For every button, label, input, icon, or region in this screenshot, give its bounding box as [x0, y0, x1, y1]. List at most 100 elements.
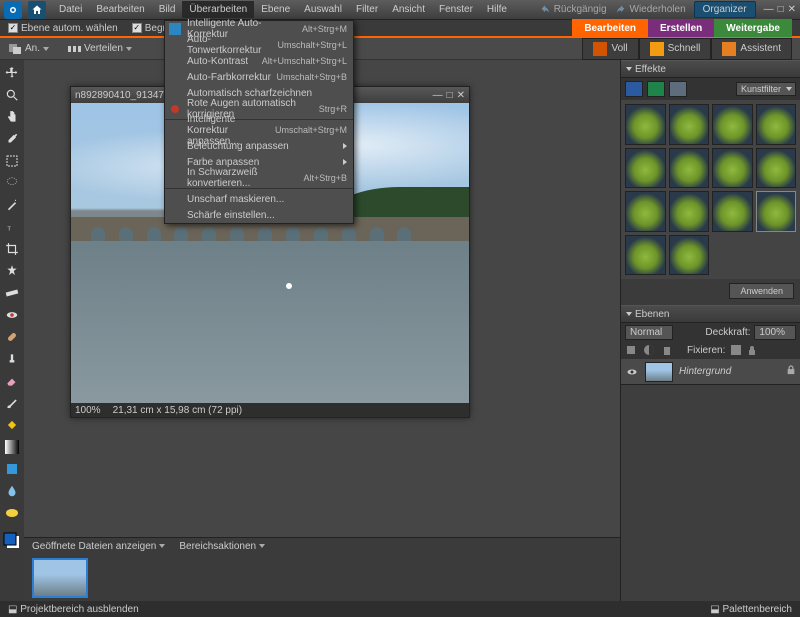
open-files-dropdown[interactable]: Geöffnete Dateien anzeigen	[32, 541, 165, 552]
marquee-tool-icon[interactable]	[3, 152, 21, 170]
toolbox: T	[0, 60, 24, 601]
menu-hilfe[interactable]: Hilfe	[480, 1, 514, 18]
effect-thumb[interactable]	[625, 191, 666, 232]
effect-thumb[interactable]	[625, 235, 666, 276]
doc-minimize-icon[interactable]: —	[433, 90, 443, 101]
stamp-tool-icon[interactable]	[3, 350, 21, 368]
menu-bild[interactable]: Bild	[152, 1, 183, 18]
home-icon[interactable]	[28, 1, 46, 19]
menu-ebene[interactable]: Ebene	[254, 1, 297, 18]
menu-item[interactable]: In Schwarzweiß konvertieren...Alt+Strg+B	[165, 170, 353, 186]
effects-thumbnails	[621, 100, 800, 279]
brush-tool-icon[interactable]	[3, 394, 21, 412]
lock-icon	[786, 365, 796, 378]
fx-category-styles-icon[interactable]	[647, 81, 665, 97]
straighten-tool-icon[interactable]	[3, 284, 21, 302]
hand-tool-icon[interactable]	[3, 108, 21, 126]
undo-button[interactable]: Rückgängig	[539, 4, 607, 15]
effect-thumb[interactable]	[712, 148, 753, 189]
zoom-tool-icon[interactable]	[3, 86, 21, 104]
blur-tool-icon[interactable]	[3, 482, 21, 500]
doc-close-icon[interactable]: ✕	[457, 90, 465, 101]
zoom-level[interactable]: 100%	[75, 405, 101, 416]
menu-item[interactable]: Intelligente Korrektur anpassen...Umscha…	[165, 122, 353, 138]
layers-panel-header[interactable]: Ebenen	[621, 305, 800, 323]
effect-thumb[interactable]	[712, 104, 753, 145]
options-bar: ✓Ebene autom. wählen ✓Begr.rahmen einbl.…	[0, 20, 800, 38]
view-tab-full[interactable]: Voll	[582, 38, 638, 60]
hide-project-bin[interactable]: ⬓ Projektbereich ausblenden	[8, 604, 139, 615]
shape-tool-icon[interactable]	[3, 460, 21, 478]
gradient-tool-icon[interactable]	[3, 438, 21, 456]
menu-ansicht[interactable]: Ansicht	[385, 1, 432, 18]
menu-item[interactable]: Schärfe einstellen...	[165, 207, 353, 223]
effect-thumb[interactable]	[669, 148, 710, 189]
move-tool-icon[interactable]	[3, 64, 21, 82]
view-tab-quick[interactable]: Schnell	[639, 38, 712, 60]
wand-tool-icon[interactable]	[3, 196, 21, 214]
effect-thumb[interactable]	[756, 191, 797, 232]
effect-thumb[interactable]	[625, 104, 666, 145]
effect-thumb[interactable]	[625, 148, 666, 189]
arrange-dropdown[interactable]: An.	[8, 43, 49, 55]
filter-type-dropdown[interactable]: Kunstfilter	[736, 82, 796, 96]
effect-thumb[interactable]	[756, 148, 797, 189]
eraser-tool-icon[interactable]	[3, 372, 21, 390]
visibility-icon[interactable]	[625, 365, 639, 379]
menu-überarbeiten[interactable]: Überarbeiten	[182, 1, 254, 18]
minimize-icon[interactable]: —	[764, 4, 774, 15]
menu-datei[interactable]: Datei	[52, 1, 89, 18]
fx-category-filters-icon[interactable]	[625, 81, 643, 97]
menu-item[interactable]: Auto-KontrastAlt+Umschalt+Strg+L	[165, 53, 353, 69]
menu-fenster[interactable]: Fenster	[432, 1, 480, 18]
crop-tool-icon[interactable]	[3, 240, 21, 258]
menu-item[interactable]: Auto-FarbkorrekturUmschalt+Strg+B	[165, 69, 353, 85]
organizer-button[interactable]: Organizer	[694, 1, 756, 18]
bin-actions-dropdown[interactable]: Bereichsaktionen	[179, 541, 265, 552]
menu-item[interactable]: Beleuchtung anpassen	[165, 138, 353, 154]
effect-thumb[interactable]	[669, 104, 710, 145]
palette-bin[interactable]: ⬓ Palettenbereich	[710, 604, 792, 615]
view-tab-guided[interactable]: Assistent	[711, 38, 792, 60]
redeye-tool-icon[interactable]	[3, 306, 21, 324]
menu-item[interactable]: Unscharf maskieren...	[165, 191, 353, 207]
opacity-value[interactable]: 100%	[754, 325, 796, 340]
lock-all-icon[interactable]	[747, 345, 757, 355]
effects-panel-header[interactable]: Effekte	[621, 60, 800, 78]
layer-thumbnail	[645, 362, 673, 382]
sponge-tool-icon[interactable]	[3, 504, 21, 522]
cookie-cutter-tool-icon[interactable]	[3, 262, 21, 280]
menu-item[interactable]: Auto-TonwertkorrekturUmschalt+Strg+L	[165, 37, 353, 53]
healing-tool-icon[interactable]	[3, 328, 21, 346]
lock-transparent-icon[interactable]	[731, 345, 741, 355]
fx-category-effects-icon[interactable]	[669, 81, 687, 97]
close-icon[interactable]: ✕	[788, 4, 796, 15]
adjustment-layer-icon[interactable]	[643, 344, 655, 356]
effect-thumb[interactable]	[756, 104, 797, 145]
mode-tab-create[interactable]: Erstellen	[648, 19, 714, 37]
eyedropper-tool-icon[interactable]	[3, 130, 21, 148]
mode-tab-edit[interactable]: Bearbeiten	[572, 19, 648, 37]
color-swatch[interactable]	[3, 532, 21, 550]
type-tool-icon[interactable]: T	[3, 218, 21, 236]
blend-mode-dropdown[interactable]: Normal	[625, 325, 673, 340]
apply-effect-button[interactable]: Anwenden	[729, 283, 794, 299]
mode-tab-share[interactable]: Weitergabe	[714, 19, 792, 37]
menu-bearbeiten[interactable]: Bearbeiten	[89, 1, 151, 18]
effect-thumb[interactable]	[669, 235, 710, 276]
menu-filter[interactable]: Filter	[349, 1, 385, 18]
distribute-dropdown[interactable]: Verteilen	[67, 43, 132, 55]
doc-maximize-icon[interactable]: □	[447, 90, 453, 101]
effect-thumb[interactable]	[712, 191, 753, 232]
project-bin-thumbnail[interactable]	[32, 558, 88, 598]
new-layer-icon[interactable]	[625, 344, 637, 356]
menu-auswahl[interactable]: Auswahl	[297, 1, 349, 18]
lasso-tool-icon[interactable]	[3, 174, 21, 192]
bucket-tool-icon[interactable]	[3, 416, 21, 434]
redo-button[interactable]: Wiederholen	[615, 4, 686, 15]
maximize-icon[interactable]: □	[778, 4, 784, 15]
effect-thumb[interactable]	[669, 191, 710, 232]
auto-select-layer-checkbox[interactable]: ✓Ebene autom. wählen	[8, 23, 118, 34]
delete-layer-icon[interactable]	[661, 344, 673, 356]
layer-row[interactable]: Hintergrund	[621, 359, 800, 385]
